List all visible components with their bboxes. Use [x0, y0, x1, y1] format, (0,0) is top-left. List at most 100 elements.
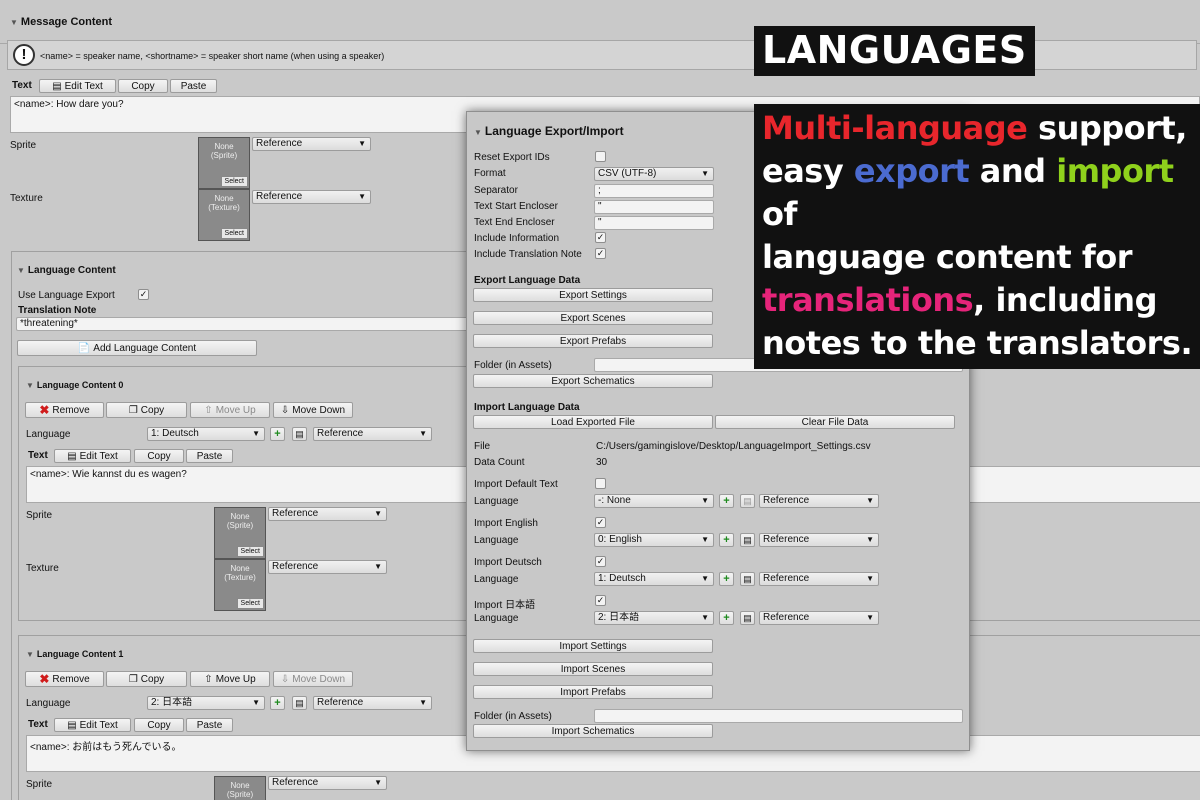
remove-button[interactable]: ✖ Remove	[25, 402, 104, 418]
import-deutsch-checkbox[interactable]: ✓	[595, 556, 606, 567]
move-up-button[interactable]: ⇧ Move Up	[190, 402, 270, 418]
overlay-title: LANGUAGES	[754, 26, 1035, 76]
add-language-button[interactable]: +	[719, 572, 734, 586]
language-reference-dropdown[interactable]: Reference ▼	[759, 494, 879, 508]
export-scenes-button[interactable]: Export Scenes	[473, 311, 713, 325]
use-export-checkbox[interactable]: ✓	[138, 289, 149, 300]
add-language-button[interactable]: +	[270, 427, 285, 441]
move-up-button[interactable]: ⇧ Move Up	[190, 671, 270, 687]
import-default-checkbox[interactable]	[595, 478, 606, 489]
edit-language-button[interactable]: ▤	[292, 427, 307, 441]
text-label: Text	[12, 80, 32, 91]
edit-language-button[interactable]: ▤	[740, 572, 755, 586]
move-down-button[interactable]: ⇩ Move Down	[273, 671, 353, 687]
edit-language-button[interactable]: ▤	[740, 533, 755, 547]
language-label: Language	[474, 574, 519, 585]
import-english-checkbox[interactable]: ✓	[595, 517, 606, 528]
file-path-value: C:/Users/gamingislove/Desktop/LanguageIm…	[596, 441, 871, 452]
language-reference-dropdown[interactable]: Reference ▼	[759, 533, 879, 547]
copy-icon: ❐	[128, 673, 138, 685]
end-encloser-field[interactable]: "	[594, 216, 714, 230]
paste-button[interactable]: Paste	[170, 79, 217, 93]
import-japanese-language-dropdown[interactable]: 2: 日本語 ▼	[594, 611, 714, 625]
edit-language-button[interactable]: ▤	[292, 696, 307, 710]
select-button[interactable]: Select	[236, 598, 264, 609]
language-dropdown[interactable]: 2: 日本語 ▼	[147, 696, 265, 710]
format-dropdown[interactable]: CSV (UTF-8) ▼	[594, 167, 714, 181]
language-content-title: Language Content	[27, 265, 116, 276]
load-exported-file-button[interactable]: Load Exported File	[473, 415, 713, 429]
copy-text-button[interactable]: Copy	[134, 718, 184, 732]
foldout-arrow-icon[interactable]: ▼	[17, 266, 25, 275]
dropdown-arrow-icon: ▼	[358, 192, 366, 201]
import-settings-button[interactable]: Import Settings	[473, 639, 713, 653]
select-button[interactable]: Select	[220, 228, 248, 239]
start-encloser-field[interactable]: "	[594, 200, 714, 214]
format-label: Format	[474, 168, 506, 179]
overlay-line-2: easy export and import of	[762, 152, 1174, 233]
language-reference-dropdown[interactable]: Reference ▼	[759, 572, 879, 586]
add-language-button[interactable]: +	[270, 696, 285, 710]
import-japanese-checkbox[interactable]: ✓	[595, 595, 606, 606]
sprite-thumbnail[interactable]: None (Sprite) Select	[198, 137, 250, 189]
copy-button[interactable]: ❐ Copy	[106, 671, 187, 687]
select-button[interactable]: Select	[220, 176, 248, 187]
include-note-checkbox[interactable]: ✓	[595, 248, 606, 259]
language-dropdown[interactable]: 1: Deutsch ▼	[147, 427, 265, 441]
import-header: Import Language Data	[474, 402, 580, 413]
text-edit-icon: ▤	[52, 80, 62, 92]
add-language-button[interactable]: +	[719, 533, 734, 547]
export-prefabs-button[interactable]: Export Prefabs	[473, 334, 713, 348]
copy-text-button[interactable]: Copy	[134, 449, 184, 463]
copy-button[interactable]: ❐ Copy	[106, 402, 187, 418]
import-default-language-dropdown[interactable]: -: None ▼	[594, 494, 714, 508]
edit-text-button[interactable]: ▤ Edit Text	[54, 718, 131, 732]
import-deutsch-language-dropdown[interactable]: 1: Deutsch ▼	[594, 572, 714, 586]
edit-language-button[interactable]: ▤	[740, 611, 755, 625]
move-down-button[interactable]: ⇩ Move Down	[273, 402, 353, 418]
edit-text-button[interactable]: ▤ Edit Text	[54, 449, 131, 463]
texture-thumbnail[interactable]: None (Texture) Select	[198, 189, 250, 241]
foldout-arrow-icon[interactable]: ▼	[26, 650, 34, 659]
add-language-button[interactable]: +	[719, 611, 734, 625]
texture-reference-dropdown[interactable]: Reference ▼	[268, 560, 387, 574]
sprite-reference-dropdown[interactable]: Reference ▼	[252, 137, 371, 151]
separator-field[interactable]: ;	[594, 184, 714, 198]
import-scenes-button[interactable]: Import Scenes	[473, 662, 713, 676]
paste-button[interactable]: Paste	[186, 449, 233, 463]
export-settings-button[interactable]: Export Settings	[473, 288, 713, 302]
sprite-reference-dropdown[interactable]: Reference ▼	[268, 776, 387, 790]
texture-reference-dropdown[interactable]: Reference ▼	[252, 190, 371, 204]
sprite-thumbnail[interactable]: None (Sprite)	[214, 776, 266, 800]
edit-text-button[interactable]: ▤ Edit Text	[39, 79, 116, 93]
select-button[interactable]: Select	[236, 546, 264, 557]
foldout-arrow-icon[interactable]: ▼	[474, 128, 482, 137]
export-schematics-button[interactable]: Export Schematics	[473, 374, 713, 388]
language-reference-dropdown[interactable]: Reference ▼	[313, 427, 432, 441]
copy-button[interactable]: Copy	[118, 79, 168, 93]
import-prefabs-button[interactable]: Import Prefabs	[473, 685, 713, 699]
dropdown-arrow-icon: ▼	[866, 574, 874, 583]
language-reference-dropdown[interactable]: Reference ▼	[759, 611, 879, 625]
list-icon: ▤	[295, 697, 304, 708]
texture-thumbnail[interactable]: None (Texture) Select	[214, 559, 266, 611]
remove-button[interactable]: ✖ Remove	[25, 671, 104, 687]
language-reference-dropdown[interactable]: Reference ▼	[313, 696, 432, 710]
clear-file-data-button[interactable]: Clear File Data	[715, 415, 955, 429]
info-text: <name> = speaker name, <shortname> = spe…	[40, 51, 385, 61]
reset-ids-checkbox[interactable]	[595, 151, 606, 162]
import-schematics-button[interactable]: Import Schematics	[473, 724, 713, 738]
overlay-line-1: Multi-language support,	[762, 109, 1187, 147]
add-language-content-button[interactable]: 📄 Add Language Content	[17, 340, 257, 356]
edit-language-button[interactable]: ▤	[740, 494, 755, 508]
add-language-button[interactable]: +	[719, 494, 734, 508]
use-export-label: Use Language Export	[18, 290, 115, 301]
sprite-thumbnail[interactable]: None (Sprite) Select	[214, 507, 266, 559]
sprite-reference-dropdown[interactable]: Reference ▼	[268, 507, 387, 521]
paste-button[interactable]: Paste	[186, 718, 233, 732]
foldout-arrow-icon[interactable]: ▼	[26, 381, 34, 390]
import-english-language-dropdown[interactable]: 0: English ▼	[594, 533, 714, 547]
include-info-checkbox[interactable]: ✓	[595, 232, 606, 243]
remove-x-icon: ✖	[39, 672, 50, 686]
import-folder-field[interactable]	[594, 709, 963, 723]
